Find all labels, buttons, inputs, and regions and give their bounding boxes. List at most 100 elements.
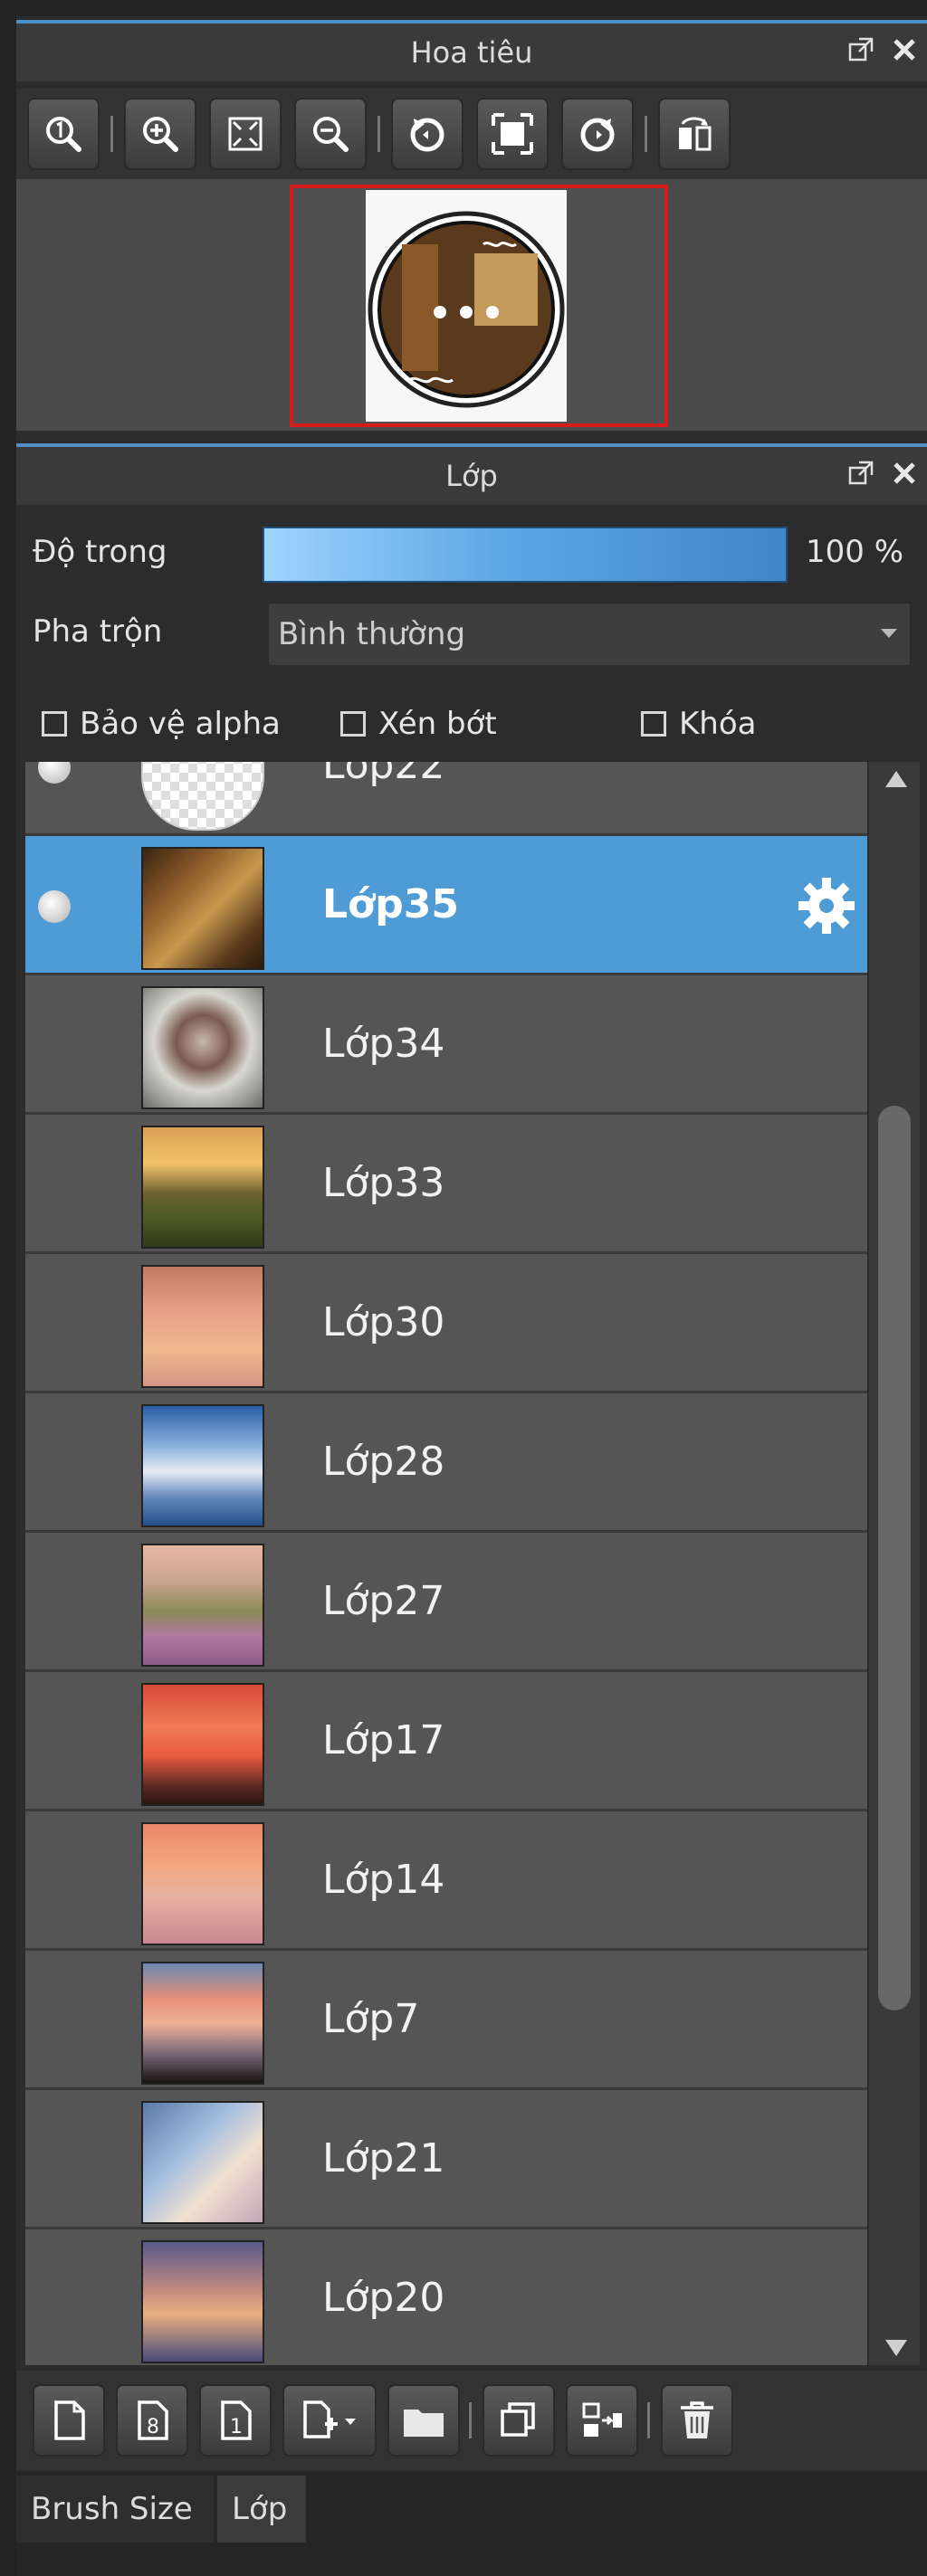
rotate-left-icon [410, 118, 444, 152]
layer-actions-toolbar: 8 1 [16, 2371, 927, 2470]
duplicate-layer-button[interactable] [483, 2384, 555, 2457]
layers-panel-header: Lớp [16, 443, 927, 505]
new-8bit-layer-icon: 8 [138, 2400, 168, 2440]
new-folder-button[interactable] [387, 2384, 460, 2457]
navigator-viewport-frame[interactable] [290, 185, 668, 427]
svg-text:8: 8 [147, 2416, 159, 2438]
flip-horizontal-icon [679, 117, 712, 151]
layer-row[interactable]: Lớp34 [25, 975, 867, 1115]
layer-row[interactable]: Lớp30 [25, 1254, 867, 1393]
layer-row[interactable]: Lớp28 [25, 1393, 867, 1533]
blend-mode-select[interactable]: Bình thường [268, 603, 911, 666]
rotate-right-icon [580, 118, 615, 152]
navigator-preview[interactable] [16, 179, 927, 431]
layer-row-selected[interactable]: Lớp35 [25, 836, 867, 975]
clipping-checkbox[interactable]: Xén bớt [340, 706, 497, 742]
new-8bit-layer-button[interactable]: 8 [116, 2384, 188, 2457]
layer-name: Lớp27 [322, 1578, 445, 1624]
layer-name: Lớp21 [322, 2135, 445, 2182]
layer-name: Lớp33 [322, 1160, 445, 1206]
opacity-slider[interactable] [263, 527, 788, 583]
layer-list[interactable]: Lớp22 Lớp35 Lớp34 Lớp33 Lớp30 Lớp28 Lớp2… [25, 762, 867, 2365]
layer-name: Lớp14 [322, 1857, 445, 1903]
add-layer-dropdown-icon [303, 2400, 356, 2438]
toolbar-separator [110, 116, 113, 152]
layer-name: Lớp7 [322, 1996, 420, 2042]
layer-thumbnail [141, 1544, 264, 1667]
zoom-actual-size-button[interactable] [27, 98, 100, 170]
fit-full-button[interactable] [476, 98, 549, 170]
delete-layer-button[interactable] [661, 2384, 733, 2457]
layer-visibility-toggle[interactable] [38, 762, 71, 784]
zoom-in-button[interactable] [124, 98, 196, 170]
close-icon[interactable] [891, 36, 918, 63]
detach-icon[interactable] [847, 36, 874, 63]
layer-thumbnail [141, 2240, 264, 2363]
lock-checkbox[interactable]: Khóa [641, 706, 756, 742]
checkbox-box [641, 711, 666, 737]
layer-thumbnail [141, 847, 264, 970]
blend-mode-value: Bình thường [278, 616, 466, 652]
panel-tab-bar: Brush Size Lớp [16, 2472, 927, 2576]
opacity-value: 100 % [806, 534, 904, 570]
layer-thumbnail [141, 762, 264, 831]
scrollbar-thumb[interactable] [878, 1106, 911, 2010]
zoom-out-icon [313, 117, 349, 152]
layer-thumbnail [141, 1683, 264, 1806]
layer-row[interactable]: Lớp7 [25, 1951, 867, 2090]
merge-down-icon [582, 2402, 622, 2437]
chevron-down-icon [881, 629, 897, 638]
layer-row[interactable]: Lớp22 [25, 762, 867, 836]
navigator-toolbar [16, 89, 927, 179]
canvas-thumbnail [366, 190, 567, 422]
close-icon[interactable] [891, 460, 918, 487]
layer-name: Lớp22 [322, 762, 445, 788]
checkbox-box [42, 711, 67, 737]
zoom-out-button[interactable] [294, 98, 367, 170]
layer-row[interactable]: Lớp27 [25, 1533, 867, 1672]
new-1bit-layer-icon: 1 [221, 2400, 252, 2440]
layer-row[interactable]: Lớp17 [25, 1672, 867, 1811]
layer-name: Lớp30 [322, 1299, 445, 1345]
svg-text:1: 1 [230, 2416, 243, 2438]
opacity-label: Độ trong [33, 534, 167, 570]
layer-thumbnail [141, 2101, 264, 2224]
navigator-panel-header: Hoa tiêu [16, 20, 927, 81]
layer-thumbnail [141, 1126, 264, 1249]
protect-alpha-checkbox[interactable]: Bảo vệ alpha [42, 706, 281, 742]
add-layer-dropdown-button[interactable] [282, 2384, 377, 2457]
scroll-down-arrow-icon[interactable] [885, 2340, 907, 2356]
delete-icon [681, 2401, 713, 2438]
rotate-right-button[interactable] [561, 98, 634, 170]
layer-thumbnail [141, 1822, 264, 1945]
scroll-up-arrow-icon[interactable] [885, 771, 907, 787]
layer-name: Lớp34 [322, 1021, 445, 1067]
layer-visibility-toggle[interactable] [38, 890, 71, 923]
zoom-actual-size-icon [46, 117, 81, 152]
layer-name: Lớp28 [322, 1439, 445, 1485]
detach-icon[interactable] [847, 460, 874, 487]
clipping-label: Xén bớt [378, 706, 497, 742]
layer-list-scrollbar[interactable] [869, 762, 920, 2365]
tab-brush-size[interactable]: Brush Size [16, 2476, 214, 2543]
layer-name: Lớp17 [322, 1717, 445, 1763]
fit-full-icon [492, 113, 533, 155]
new-layer-button[interactable] [33, 2384, 105, 2457]
layer-row[interactable]: Lớp33 [25, 1115, 867, 1254]
toolbar-separator [647, 2402, 650, 2438]
tab-layer[interactable]: Lớp [217, 2476, 306, 2543]
toolbar-separator [645, 116, 647, 152]
fit-to-window-button[interactable] [209, 98, 282, 170]
tab-brush-size-label: Brush Size [31, 2491, 193, 2527]
new-1bit-layer-button[interactable]: 1 [199, 2384, 272, 2457]
gear-icon[interactable] [795, 874, 858, 937]
lock-label: Khóa [679, 706, 757, 742]
rotate-left-button[interactable] [391, 98, 464, 170]
layer-row[interactable]: Lớp20 [25, 2229, 867, 2365]
navigator-title: Hoa tiêu [410, 35, 533, 70]
layer-row[interactable]: Lớp21 [25, 2090, 867, 2229]
layers-title: Lớp [445, 459, 498, 493]
merge-down-button[interactable] [566, 2384, 638, 2457]
flip-horizontal-button[interactable] [658, 98, 731, 170]
layer-row[interactable]: Lớp14 [25, 1811, 867, 1951]
